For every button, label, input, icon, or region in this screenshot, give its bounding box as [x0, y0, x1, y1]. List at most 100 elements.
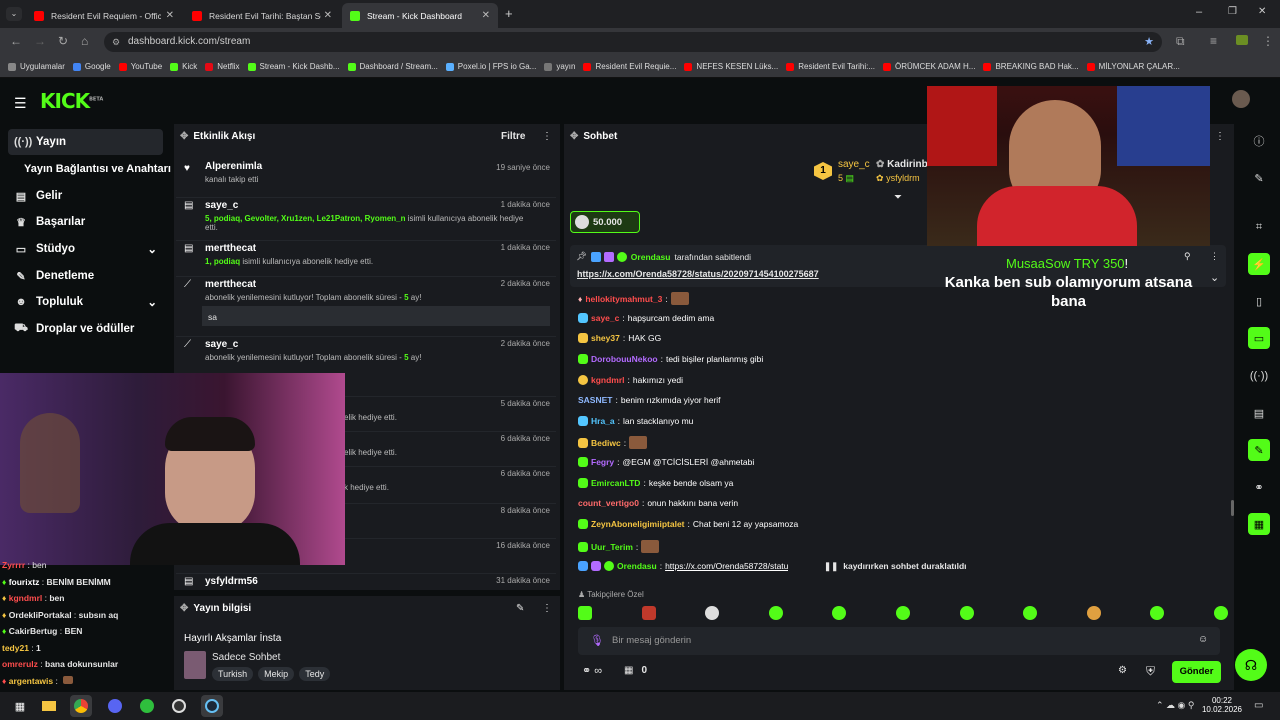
chevron-down-icon[interactable]: ⌄	[1210, 271, 1219, 284]
tag-chip[interactable]: Mekip	[258, 667, 295, 681]
top-gifter-name[interactable]: saye_c	[838, 159, 870, 170]
tag-chip[interactable]: Turkish	[212, 667, 254, 681]
chat-scrollbar[interactable]	[1231, 500, 1234, 516]
goal-progress-badge[interactable]: 50.000	[570, 211, 640, 233]
close-tab-icon[interactable]: ✕	[166, 10, 174, 21]
chat-settings-icon[interactable]: ⚙	[1118, 665, 1127, 676]
emote-icon[interactable]	[641, 606, 656, 620]
chat-message[interactable]: Orendasu: https://x.com/Orenda58728/stat…	[578, 561, 788, 571]
media-icon[interactable]: ≡	[1210, 34, 1217, 48]
tab-search-icon[interactable]: ⌄	[6, 7, 22, 21]
pinned-menu-icon[interactable]: ⋮	[1210, 251, 1219, 262]
kicks-counter[interactable]: ▦ 0	[624, 665, 647, 676]
chat-input[interactable]: 🎙︎ Bir mesaj gönderin ☺	[578, 627, 1220, 655]
sidebar-item-studyo[interactable]: ▭ Stüdyo ⌄	[8, 236, 163, 262]
close-tab-icon[interactable]: ✕	[482, 10, 490, 21]
bookmark-item[interactable]: ÖRÜMCEK ADAM H...	[883, 62, 975, 71]
bookmark-item[interactable]: Poxel.io | FPS io Ga...	[445, 62, 536, 71]
mod-tools-icon[interactable]: ✎	[1248, 439, 1270, 461]
chat-message[interactable]: count_vertigo0: onun hakkını bana verin	[578, 498, 738, 508]
emote-icon[interactable]	[1086, 606, 1101, 620]
browser-tab[interactable]: Resident Evil Tarihi: Baştan Sona ✕	[184, 3, 340, 28]
close-tab-icon[interactable]: ✕	[324, 10, 332, 21]
sidebar-item-gelir[interactable]: ▤ Gelir	[8, 183, 163, 209]
forward-icon[interactable]: →	[34, 34, 46, 48]
close-window-button[interactable]: ✕	[1258, 6, 1266, 17]
bookmark-item[interactable]: MİLYONLAR ÇALAR...	[1086, 62, 1180, 71]
kicks-infinity-icon[interactable]: ⚭ ∞	[582, 664, 602, 677]
notification-icon[interactable]: ▭	[1254, 700, 1263, 711]
bookmark-item[interactable]: Uygulamalar	[8, 62, 65, 71]
chrome-icon[interactable]	[70, 695, 92, 717]
kick-logo[interactable]: KICKBETA	[40, 89, 103, 113]
emote-icon[interactable]	[705, 606, 720, 620]
activity-item[interactable]: ▤ ysfyldrm56 31 dakika önce	[176, 573, 556, 589]
microphone-icon[interactable]: 🎙︎	[590, 634, 604, 647]
sidebar-item-droplar[interactable]: ⛟ Droplar ve ödüller	[8, 316, 163, 342]
chat-toggle-icon[interactable]: ▭	[1248, 327, 1270, 349]
chat-message[interactable]: ZeynAboneligimiiptalet: Chat beni 12 ay …	[578, 519, 798, 529]
chat-message[interactable]: Bediwc:	[578, 436, 648, 449]
steam-icon[interactable]	[201, 695, 223, 717]
bookmark-item[interactable]: Netflix	[205, 62, 240, 71]
emote-icon[interactable]	[832, 606, 847, 620]
bookmark-item[interactable]: Google	[72, 62, 111, 71]
bookmark-item[interactable]: YouTube	[118, 62, 162, 71]
emote-icon[interactable]	[578, 606, 592, 620]
maximize-button[interactable]: ❐	[1228, 6, 1237, 17]
chat-menu-icon[interactable]: ⋮	[1215, 131, 1225, 142]
bookmark-item[interactable]: Kick	[170, 62, 197, 71]
edit-stream-icon[interactable]: ✎	[1248, 167, 1270, 189]
browser-tab[interactable]: Resident Evil Requiem - Official ✕	[26, 3, 182, 28]
send-button[interactable]: Gönder	[1172, 661, 1221, 683]
menu-kebab-icon[interactable]: ⋮	[1262, 34, 1274, 48]
chat-message[interactable]: shey37: HAK GG	[578, 333, 661, 343]
activity-item[interactable]: ▤ saye_c 5, podiaq, Gevolter, Xru1zen, Le…	[176, 197, 556, 235]
bookmark-item[interactable]: Resident Evil Requie...	[583, 62, 676, 71]
bookmark-folder[interactable]: yayın	[544, 62, 575, 71]
chat-message[interactable]: Fegry: @EGM @TCİCİSLERİ @ahmetabi	[578, 457, 754, 467]
bookmark-star-icon[interactable]: ★	[1144, 32, 1154, 52]
chat-paused-notice[interactable]: ❚❚ kaydırırken sohbet duraklatıldı	[820, 558, 971, 574]
file-explorer-icon[interactable]	[38, 695, 60, 717]
activity-item[interactable]: ▤ mertthecat 1, podiaq isimli kullanıcıya…	[176, 240, 556, 272]
user-avatar[interactable]	[1232, 90, 1250, 108]
activity-item[interactable]: ⟋ mertthecat abonelik yenilemesini kutluy…	[176, 276, 556, 330]
chat-message[interactable]: saye_c: hapşurcam dedim ama	[578, 313, 714, 323]
emoji-icon[interactable]: ☺	[1198, 634, 1208, 645]
bookmark-item[interactable]: Dashboard / Stream...	[347, 62, 438, 71]
sidebar-item-stream-key[interactable]: Yayın Bağlantısı ve Anahtarı	[8, 156, 171, 182]
chat-message[interactable]: SASNET: benim rızkımıda yiyor herif	[578, 395, 721, 405]
emote-icon[interactable]	[1213, 606, 1228, 620]
drag-handle-icon[interactable]: ✥	[180, 603, 188, 614]
hamburger-menu-icon[interactable]: ☰	[14, 95, 27, 112]
clock[interactable]: 00:22 10.02.2026	[1200, 696, 1244, 714]
discord-icon[interactable]	[104, 695, 126, 717]
back-icon[interactable]: ←	[10, 34, 22, 48]
clips-icon[interactable]: ▦	[1248, 513, 1270, 535]
notes-icon[interactable]: ▯	[1248, 290, 1270, 312]
emote-icon[interactable]	[1023, 606, 1038, 620]
edit-icon[interactable]: ✎	[516, 603, 524, 614]
activity-item[interactable]: ♥ Alperenimla kanalı takip etti 19 saniye…	[176, 161, 556, 191]
home-icon[interactable]: ⌂	[81, 34, 88, 48]
sidebar-item-denetleme[interactable]: ✎ Denetleme	[8, 263, 163, 289]
activity-item[interactable]: ⟋ saye_c abonelik yenilemesini kutluyor! …	[176, 336, 556, 366]
sidebar-item-topluluk[interactable]: ☻ Topluluk ⌄	[8, 289, 163, 315]
activity-menu-icon[interactable]: ⋮	[542, 131, 552, 142]
chat-message[interactable]: kgndmrl: hakımızı yedi	[578, 375, 683, 385]
reload-icon[interactable]: ↻	[58, 34, 68, 48]
stream-category[interactable]: Sadece Sohbet	[212, 652, 280, 663]
info-icon[interactable]: ⓘ	[1248, 130, 1270, 152]
quick-action-icon[interactable]: ⚡	[1248, 253, 1270, 275]
emote-icon[interactable]	[1150, 606, 1165, 620]
top-gifter-name[interactable]: ✿ Kadirinb	[876, 159, 928, 170]
extensions-icon[interactable]: ⧉	[1176, 34, 1185, 49]
collapse-icon[interactable]: ⏷	[894, 192, 902, 203]
site-info-icon[interactable]: ⚙	[112, 32, 120, 52]
unpin-icon[interactable]: ⚲	[1184, 251, 1191, 262]
tag-chip[interactable]: Tedy	[299, 667, 331, 681]
chat-message[interactable]: EmircanLTD: keşke bende olsam ya	[578, 478, 733, 488]
emote-icon[interactable]	[895, 606, 910, 620]
pinned-link[interactable]: https://x.com/Orenda58728/status/2020971…	[577, 269, 819, 279]
